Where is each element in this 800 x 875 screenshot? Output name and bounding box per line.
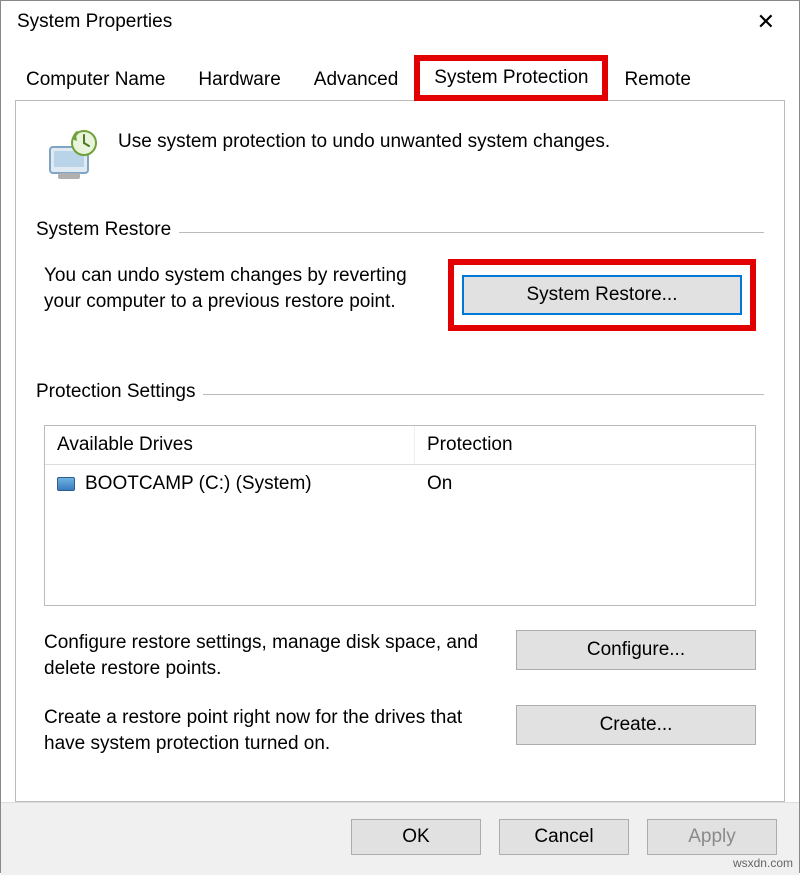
window-title: System Properties: [17, 11, 172, 33]
watermark: wsxdn.com: [733, 856, 793, 870]
tab-system-protection[interactable]: System Protection: [414, 55, 608, 101]
col-available-drives[interactable]: Available Drives: [45, 426, 415, 464]
system-properties-window: System Properties ✕ Computer Name Hardwa…: [0, 0, 800, 873]
tab-hardware[interactable]: Hardware: [181, 58, 297, 101]
system-restore-row: You can undo system changes by reverting…: [44, 263, 756, 331]
system-restore-highlight: System Restore...: [448, 259, 756, 331]
drives-table: Available Drives Protection BOOTCAMP (C:…: [44, 425, 756, 606]
system-restore-desc: You can undo system changes by reverting…: [44, 263, 424, 314]
tab-advanced[interactable]: Advanced: [297, 58, 416, 101]
intro-text: Use system protection to undo unwanted s…: [118, 127, 610, 153]
configure-button[interactable]: Configure...: [516, 630, 756, 670]
col-protection[interactable]: Protection: [415, 426, 755, 464]
drives-table-header: Available Drives Protection: [45, 426, 755, 465]
cancel-button[interactable]: Cancel: [499, 819, 629, 855]
titlebar: System Properties ✕: [1, 1, 799, 43]
configure-desc: Configure restore settings, manage disk …: [44, 630, 492, 681]
drive-name: BOOTCAMP (C:) (System): [85, 473, 312, 495]
ok-button[interactable]: OK: [351, 819, 481, 855]
intro-section: Use system protection to undo unwanted s…: [44, 127, 756, 183]
system-restore-button[interactable]: System Restore...: [462, 275, 742, 315]
close-icon[interactable]: ✕: [747, 9, 785, 35]
drives-table-body: BOOTCAMP (C:) (System) On: [45, 465, 755, 605]
divider: [203, 394, 764, 395]
table-row[interactable]: BOOTCAMP (C:) (System) On: [45, 465, 755, 503]
create-desc: Create a restore point right now for the…: [44, 705, 492, 756]
drive-protection-status: On: [427, 473, 743, 495]
system-restore-label: System Restore: [36, 219, 171, 241]
tab-bar: Computer Name Hardware Advanced System P…: [1, 43, 799, 101]
apply-button[interactable]: Apply: [647, 819, 777, 855]
create-button[interactable]: Create...: [516, 705, 756, 745]
configure-row: Configure restore settings, manage disk …: [44, 630, 756, 681]
drive-icon: [57, 477, 75, 491]
protection-settings-label: Protection Settings: [36, 381, 195, 403]
protection-settings-group-header: Protection Settings: [36, 381, 764, 407]
create-row: Create a restore point right now for the…: [44, 705, 756, 756]
system-restore-group-header: System Restore: [36, 219, 764, 245]
dialog-footer: OK Cancel Apply: [1, 802, 799, 875]
tab-remote[interactable]: Remote: [607, 58, 708, 101]
divider: [179, 232, 764, 233]
system-protection-icon: [44, 127, 100, 183]
tab-panel-system-protection: Use system protection to undo unwanted s…: [15, 100, 785, 802]
tab-computer-name[interactable]: Computer Name: [9, 58, 182, 101]
tab-system-protection-label: System Protection: [434, 67, 588, 88]
